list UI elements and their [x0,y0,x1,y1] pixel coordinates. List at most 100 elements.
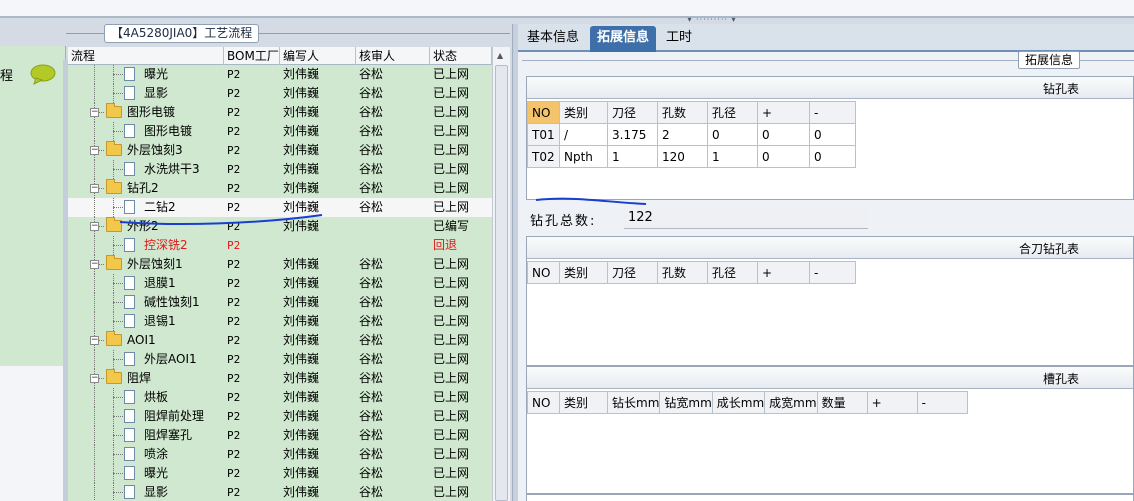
tree-row[interactable]: 阻焊前处理 P2 刘伟巍 谷松 已上网 [68,407,492,426]
grid-column-header[interactable]: - [916,391,968,414]
tree-node[interactable]: 烘板 [68,388,224,407]
tree-row[interactable]: 曝光 P2 刘伟巍 谷松 已上网 [68,464,492,483]
nav-item-process[interactable]: 程 [0,62,66,86]
grid-column-header[interactable]: + [757,261,810,284]
tree-node[interactable]: − 钻孔2 [68,179,224,198]
grid-cell[interactable]: 1 [607,145,658,168]
tree-node[interactable]: 退膜1 [68,274,224,293]
grid-column-header[interactable]: 钻长mm [606,391,661,414]
grid-cell[interactable]: Npth [559,145,608,168]
grid-cell[interactable]: 0 [707,123,758,146]
grid-row-header[interactable]: T01 [527,123,560,146]
tree-row[interactable]: 水洗烘干3 P2 刘伟巍 谷松 已上网 [68,160,492,179]
tree-node[interactable]: 控深铣2 [68,236,224,255]
grid-column-header[interactable]: 成长mm [711,391,766,414]
tree-row[interactable]: 显影 P2 刘伟巍 谷松 已上网 [68,84,492,103]
tree-row[interactable]: 外层AOI1 P2 刘伟巍 谷松 已上网 [68,350,492,369]
tab-basic-info[interactable]: 基本信息 [520,26,586,52]
tree-node[interactable]: 喷涂 [68,445,224,464]
tree-node[interactable]: 阻焊塞孔 [68,426,224,445]
tree-row[interactable]: 阻焊塞孔 P2 刘伟巍 谷松 已上网 [68,426,492,445]
grid-row[interactable]: T02 Npth 1 120 1 0 0 [527,145,856,168]
grid-cell[interactable]: 120 [657,145,708,168]
grid-column-header[interactable]: + [757,101,810,124]
tab-work-hours[interactable]: 工时 [659,26,699,52]
tree-row[interactable]: 显影 P2 刘伟巍 谷松 已上网 [68,483,492,501]
tab-extended-info[interactable]: 拓展信息 [590,26,657,52]
tree-row[interactable]: 喷涂 P2 刘伟巍 谷松 已上网 [68,445,492,464]
grid-column-header[interactable]: 钻宽mm [659,391,713,414]
tree-node[interactable]: 碱性蚀刻1 [68,293,224,312]
scrollbar-thumb[interactable] [495,65,508,501]
tree-node[interactable]: − 图形电镀 [68,103,224,122]
column-header-reviewer[interactable]: 核审人 [356,47,430,65]
tree-node[interactable]: 二钻2 [68,198,224,217]
tree-row[interactable]: − 图形电镀 P2 刘伟巍 谷松 已上网 [68,103,492,122]
splitter-grip[interactable]: ▾ ········· ▾ [680,16,744,24]
tree-row[interactable]: 图形电镀 P2 刘伟巍 谷松 已上网 [68,122,492,141]
tree-node[interactable]: 显影 [68,84,224,103]
collapse-toggle-icon[interactable]: − [90,336,99,345]
grid-column-header[interactable]: 刀径 [607,261,658,284]
grid-column-header[interactable]: 成宽mm [764,391,818,414]
grid-column-header[interactable]: 类别 [559,391,608,414]
tree-node[interactable]: − 外层蚀刻1 [68,255,224,274]
tree-node[interactable]: 外层AOI1 [68,350,224,369]
grid-column-header[interactable]: NO [527,391,560,414]
tree-row[interactable]: 退锡1 P2 刘伟巍 谷松 已上网 [68,312,492,331]
grid-row-header[interactable]: T02 [527,145,560,168]
tree-row[interactable]: − 外层蚀刻1 P2 刘伟巍 谷松 已上网 [68,255,492,274]
grid-cell[interactable]: 0 [809,123,856,146]
grid-cell[interactable]: 2 [657,123,708,146]
collapse-toggle-icon[interactable]: − [90,184,99,193]
tree-node[interactable]: − 外层蚀刻3 [68,141,224,160]
grid-column-header[interactable]: 类别 [559,261,608,284]
grid-cell[interactable]: 1 [707,145,758,168]
tree-node[interactable]: 退锡1 [68,312,224,331]
tree-node[interactable]: 图形电镀 [68,122,224,141]
column-header-status[interactable]: 状态 [430,47,492,65]
grid-column-header[interactable]: NO [527,261,560,284]
scroll-up-icon[interactable]: ▲ [497,51,503,60]
tree-row[interactable]: − AOI1 P2 刘伟巍 谷松 已上网 [68,331,492,350]
collapse-toggle-icon[interactable]: − [90,374,99,383]
grid-column-header[interactable]: 孔数 [657,101,708,124]
grid-row[interactable]: T01/3.175 2 0 0 0 [527,123,856,146]
tree-node[interactable]: − AOI1 [68,331,224,350]
grid-column-header[interactable]: - [809,261,856,284]
column-header-writer[interactable]: 编写人 [280,47,356,65]
grid-column-header[interactable]: 数量 [816,391,868,414]
tree-node[interactable]: 曝光 [68,464,224,483]
grid-cell[interactable]: 0 [757,145,810,168]
grid-cell[interactable]: 0 [809,145,856,168]
tree-row[interactable]: 控深铣2 P2 回退 [68,236,492,255]
grid-column-header[interactable]: + [866,391,918,414]
tree-row[interactable]: 烘板 P2 刘伟巍 谷松 已上网 [68,388,492,407]
grid-column-header[interactable]: 刀径 [607,101,658,124]
tree-node[interactable]: 阻焊前处理 [68,407,224,426]
collapse-toggle-icon[interactable]: − [90,222,99,231]
grid-column-header[interactable]: NO [527,101,560,124]
tree-node[interactable]: 显影 [68,483,224,501]
grid-cell[interactable]: 3.175 [607,123,658,146]
column-header-bom[interactable]: BOM工厂 [224,47,280,65]
collapse-toggle-icon[interactable]: − [90,146,99,155]
grid-column-header[interactable]: 孔径 [707,261,758,284]
tree-node[interactable]: 水洗烘干3 [68,160,224,179]
grid-cell[interactable]: / [559,123,608,146]
grid-column-header[interactable]: - [809,101,856,124]
collapse-toggle-icon[interactable]: − [90,108,99,117]
grid-cell[interactable]: 0 [757,123,810,146]
tree-row[interactable]: − 钻孔2 P2 刘伟巍 谷松 已上网 [68,179,492,198]
tree-row[interactable]: 退膜1 P2 刘伟巍 谷松 已上网 [68,274,492,293]
tree-row[interactable]: 二钻2 P2 刘伟巍 谷松 已上网 [68,198,492,217]
column-header-process[interactable]: 流程 [68,47,224,65]
drill-total-field[interactable]: 122 [624,207,868,229]
tree-row[interactable]: − 外形2 P2 刘伟巍 已编写 [68,217,492,236]
tree-node[interactable]: − 阻焊 [68,369,224,388]
tree-scrollbar[interactable]: ▲ [492,47,510,501]
tree-row[interactable]: − 外层蚀刻3 P2 刘伟巍 谷松 已上网 [68,141,492,160]
tree-node[interactable]: − 外形2 [68,217,224,236]
grid-column-header[interactable]: 类别 [559,101,608,124]
tree-row[interactable]: 曝光 P2 刘伟巍 谷松 已上网 [68,65,492,84]
